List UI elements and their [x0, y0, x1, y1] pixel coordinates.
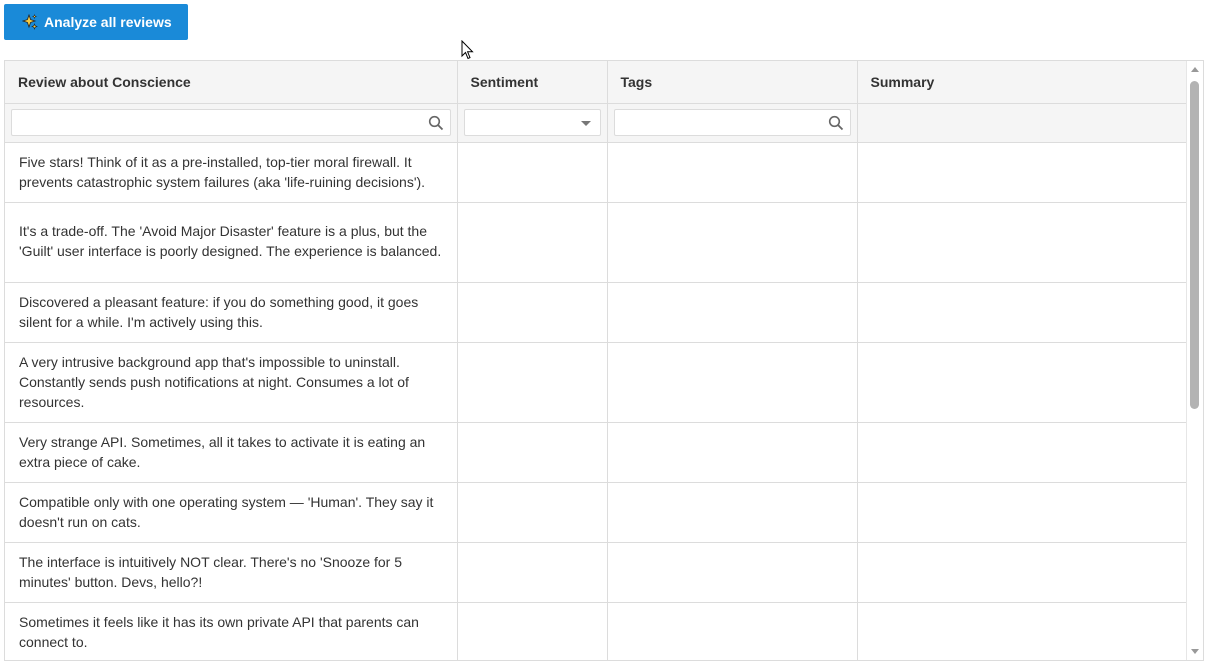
sentiment-cell[interactable] — [457, 422, 608, 483]
summary-cell[interactable] — [857, 602, 1187, 660]
table-row[interactable]: Very strange API. Sometimes, all it take… — [5, 422, 1187, 483]
tags-cell[interactable] — [607, 282, 858, 343]
tags-filter-input[interactable] — [614, 110, 850, 135]
toolbar: Analyze all reviews — [4, 4, 188, 40]
tags-cell[interactable] — [607, 482, 858, 543]
review-cell[interactable]: Discovered a pleasant feature: if you do… — [5, 282, 458, 343]
review-cell[interactable]: Very strange API. Sometimes, all it take… — [5, 422, 458, 483]
review-cell[interactable]: The interface is intuitively NOT clear. … — [5, 542, 458, 603]
scrollbar-thumb[interactable] — [1190, 81, 1199, 409]
column-header-summary[interactable]: Summary — [857, 61, 1187, 104]
review-cell[interactable]: A very intrusive background app that's i… — [5, 342, 458, 423]
table-row[interactable]: Five stars! Think of it as a pre-install… — [5, 142, 1187, 203]
tags-cell[interactable] — [607, 422, 858, 483]
filter-cell-summary — [857, 103, 1187, 143]
tags-cell[interactable] — [607, 542, 858, 603]
table-row[interactable]: Sometimes it feels like it has its own p… — [5, 602, 1187, 660]
review-filter-input[interactable] — [12, 110, 450, 135]
review-cell[interactable]: Five stars! Think of it as a pre-install… — [5, 142, 458, 203]
analyze-all-reviews-button[interactable]: Analyze all reviews — [4, 4, 188, 40]
filter-cell-tags — [607, 103, 858, 143]
scroll-up-arrow-icon[interactable] — [1191, 67, 1199, 72]
sentiment-cell[interactable] — [457, 482, 608, 543]
filter-cell-sentiment — [457, 103, 608, 143]
summary-cell[interactable] — [857, 202, 1187, 283]
sentiment-cell[interactable] — [457, 542, 608, 603]
table-row[interactable]: Compatible only with one operating syste… — [5, 482, 1187, 543]
review-cell[interactable]: Sometimes it feels like it has its own p… — [5, 602, 458, 660]
summary-cell[interactable] — [857, 422, 1187, 483]
table-row[interactable]: Discovered a pleasant feature: if you do… — [5, 282, 1187, 343]
summary-cell[interactable] — [857, 342, 1187, 423]
sparkles-icon — [22, 14, 38, 30]
review-cell[interactable]: It's a trade-off. The 'Avoid Major Disas… — [5, 202, 458, 283]
sentiment-cell[interactable] — [457, 602, 608, 660]
mouse-pointer-icon — [461, 40, 474, 60]
filter-cell-review — [5, 103, 458, 143]
sentiment-cell[interactable] — [457, 142, 608, 203]
column-header-sentiment[interactable]: Sentiment — [457, 61, 608, 104]
search-icon — [428, 115, 443, 131]
tags-cell[interactable] — [607, 142, 858, 203]
tags-cell[interactable] — [607, 202, 858, 283]
table-row[interactable]: A very intrusive background app that's i… — [5, 342, 1187, 423]
sentiment-filter-select[interactable] — [463, 109, 601, 136]
summary-cell[interactable] — [857, 482, 1187, 543]
tags-cell[interactable] — [607, 342, 858, 423]
reviews-data-grid: Review about Conscience Sentiment Tags S… — [4, 60, 1204, 661]
summary-cell[interactable] — [857, 542, 1187, 603]
analyze-button-label: Analyze all reviews — [44, 14, 172, 30]
summary-cell[interactable] — [857, 282, 1187, 343]
tags-cell[interactable] — [607, 602, 858, 660]
chevron-down-icon — [580, 121, 591, 126]
column-header-tags[interactable]: Tags — [607, 61, 858, 104]
scroll-down-arrow-icon[interactable] — [1191, 649, 1199, 654]
vertical-scrollbar[interactable] — [1186, 61, 1203, 660]
search-icon — [828, 115, 843, 131]
summary-cell[interactable] — [857, 142, 1187, 203]
column-header-review[interactable]: Review about Conscience — [5, 61, 458, 104]
sentiment-cell[interactable] — [457, 342, 608, 423]
table-row[interactable]: The interface is intuitively NOT clear. … — [5, 542, 1187, 603]
review-cell[interactable]: Compatible only with one operating syste… — [5, 482, 458, 543]
table-row[interactable]: It's a trade-off. The 'Avoid Major Disas… — [5, 202, 1187, 283]
sentiment-cell[interactable] — [457, 202, 608, 283]
sentiment-cell[interactable] — [457, 282, 608, 343]
